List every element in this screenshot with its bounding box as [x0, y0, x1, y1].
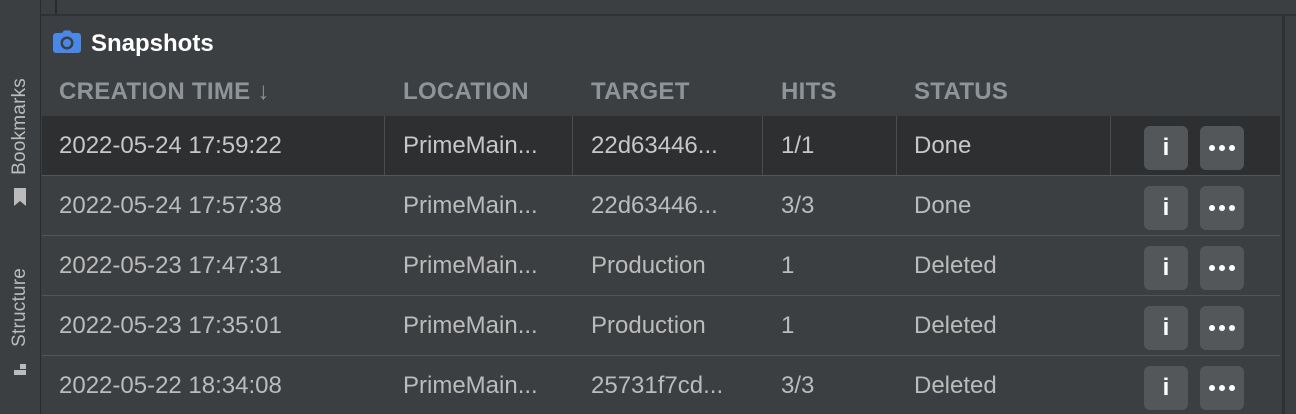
column-separator — [572, 116, 573, 175]
structure-tab[interactable]: Structure — [0, 268, 40, 379]
location-cell: PrimeMain... — [403, 192, 538, 219]
more-actions-button[interactable] — [1200, 186, 1244, 230]
more-icon — [1209, 145, 1235, 151]
location-cell: PrimeMain... — [403, 312, 538, 339]
column-header-creation-time[interactable]: CREATION TIME ↓ — [59, 78, 270, 106]
left-tool-strip: Bookmarks Structure — [0, 0, 41, 414]
info-button[interactable]: i — [1144, 246, 1188, 290]
creation-time-cell: 2022-05-23 17:47:31 — [59, 252, 282, 279]
hits-cell: 3/3 — [781, 192, 815, 219]
more-actions-button[interactable] — [1200, 306, 1244, 350]
column-header-status[interactable]: STATUS — [914, 78, 1008, 106]
more-actions-button[interactable] — [1200, 366, 1244, 410]
hits-cell: 1/1 — [781, 132, 815, 159]
table-row[interactable]: 2022-05-23 17:35:01 PrimeMain... Product… — [42, 296, 1280, 356]
panel-header: Snapshots — [52, 28, 214, 60]
more-actions-button[interactable] — [1200, 126, 1244, 170]
target-cell: 22d63446... — [591, 132, 718, 159]
structure-label: Structure — [9, 268, 30, 347]
column-separator — [384, 116, 385, 175]
info-button[interactable]: i — [1144, 366, 1188, 410]
hits-cell: 3/3 — [781, 372, 815, 399]
target-cell: Production — [591, 312, 706, 339]
status-cell: Done — [914, 132, 972, 159]
status-cell: Done — [914, 192, 972, 219]
more-icon — [1209, 385, 1235, 391]
target-cell: 22d63446... — [591, 192, 718, 219]
target-cell: Production — [591, 252, 706, 279]
column-separator — [1110, 116, 1111, 175]
column-header-location[interactable]: LOCATION — [403, 78, 529, 106]
column-separator — [762, 116, 763, 175]
location-cell: PrimeMain... — [403, 252, 538, 279]
top-toolbar-edge — [40, 0, 1296, 16]
structure-icon — [10, 359, 30, 379]
location-cell: PrimeMain... — [403, 372, 538, 399]
column-header-target[interactable]: TARGET — [591, 78, 690, 106]
creation-time-cell: 2022-05-24 17:59:22 — [59, 132, 282, 159]
column-header-hits[interactable]: HITS — [781, 78, 837, 106]
bookmarks-label: Bookmarks — [9, 78, 30, 175]
status-cell: Deleted — [914, 312, 997, 339]
camera-icon — [52, 30, 82, 59]
panel-divider — [1282, 14, 1285, 414]
bookmark-icon — [10, 187, 30, 207]
creation-time-cell: 2022-05-22 18:34:08 — [59, 372, 282, 399]
hits-cell: 1 — [781, 312, 795, 339]
status-cell: Deleted — [914, 372, 997, 399]
table-row[interactable]: 2022-05-23 17:47:31 PrimeMain... Product… — [42, 236, 1280, 296]
location-cell: PrimeMain... — [403, 132, 538, 159]
creation-time-cell: 2022-05-24 17:57:38 — [59, 192, 282, 219]
snapshots-table: CREATION TIME ↓ LOCATION TARGET HITS STA… — [42, 72, 1280, 414]
snapshots-tool-window: Bookmarks Structure Snapshots CREATION T… — [0, 0, 1296, 414]
column-separator — [896, 116, 897, 175]
more-icon — [1209, 205, 1235, 211]
divider — [55, 0, 57, 14]
info-button[interactable]: i — [1144, 126, 1188, 170]
panel-title: Snapshots — [91, 30, 214, 57]
bookmarks-tab[interactable]: Bookmarks — [0, 78, 40, 207]
more-actions-button[interactable] — [1200, 246, 1244, 290]
table-row[interactable]: 2022-05-24 17:57:38 PrimeMain... 22d6344… — [42, 176, 1280, 236]
info-button[interactable]: i — [1144, 306, 1188, 350]
table-header: CREATION TIME ↓ LOCATION TARGET HITS STA… — [42, 72, 1280, 116]
table-row[interactable]: 2022-05-22 18:34:08 PrimeMain... 25731f7… — [42, 356, 1280, 414]
more-icon — [1209, 325, 1235, 331]
target-cell: 25731f7cd... — [591, 372, 724, 399]
status-cell: Deleted — [914, 252, 997, 279]
creation-time-cell: 2022-05-23 17:35:01 — [59, 312, 282, 339]
hits-cell: 1 — [781, 252, 795, 279]
info-button[interactable]: i — [1144, 186, 1188, 230]
table-row[interactable]: 2022-05-24 17:59:22 PrimeMain... 22d6344… — [42, 116, 1280, 176]
more-icon — [1209, 265, 1235, 271]
